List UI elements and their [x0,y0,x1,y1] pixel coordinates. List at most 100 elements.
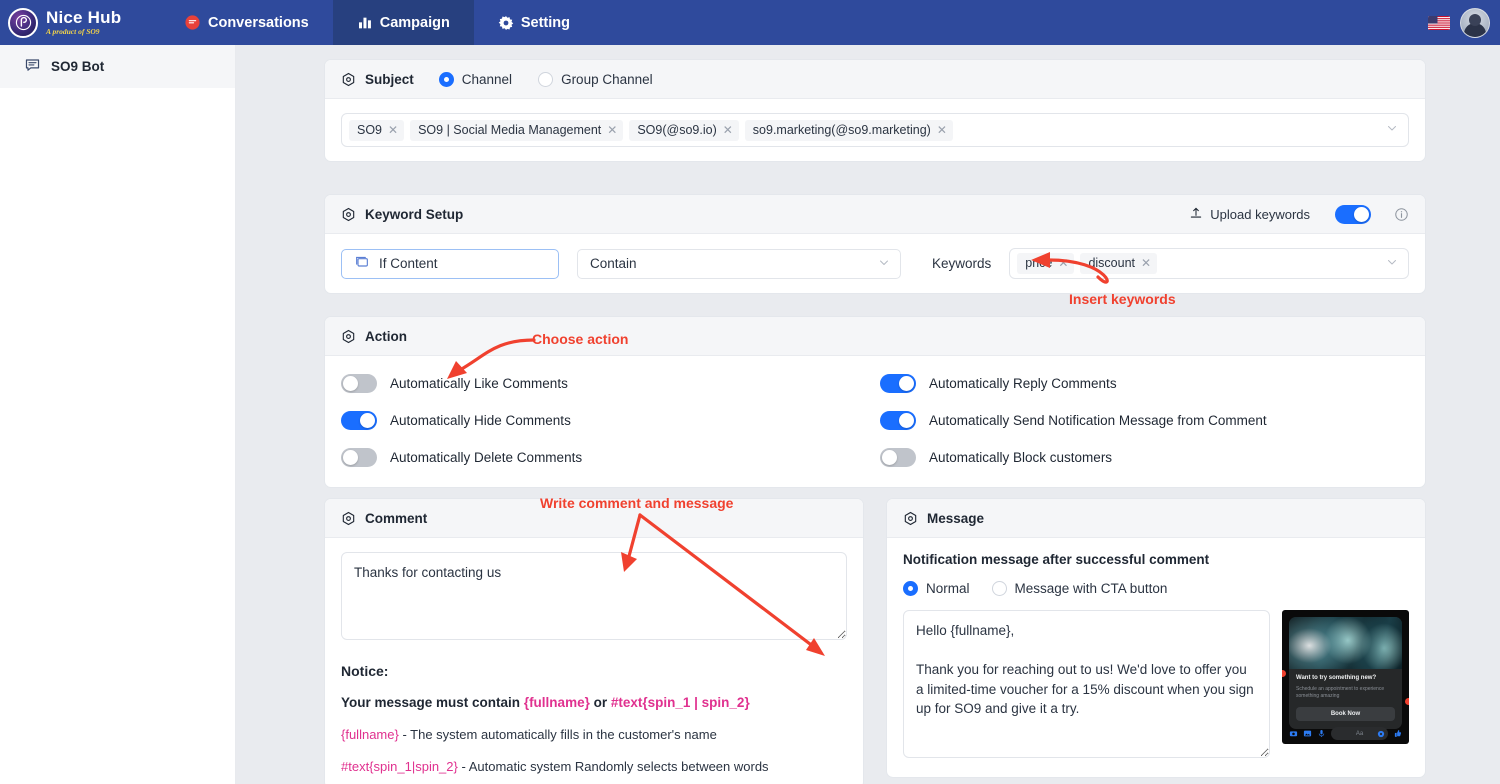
chart-bar-icon [357,15,373,31]
message-editor-row: Want to try something new? Schedule an a… [903,610,1409,763]
chevron-down-glyph-icon [880,260,888,265]
keyword-tag-remove-icon[interactable]: ✕ [1058,256,1068,270]
tag-item[interactable]: SO9 ✕ [349,119,405,141]
radio-normal[interactable]: Normal [903,581,970,596]
tag-item[interactable]: SO9(@so9.io) ✕ [629,119,739,141]
radio-normal-label: Normal [926,581,970,596]
upload-keywords-button[interactable]: Upload keywords [1189,206,1310,223]
tag-remove-icon[interactable]: ✕ [607,123,617,137]
if-content-button[interactable]: If Content [341,248,559,279]
comment-textarea[interactable] [341,552,847,640]
sticker-glyph-icon [1377,730,1385,737]
action-card-header: Action [325,317,1425,356]
tag-remove-icon[interactable]: ✕ [723,123,733,137]
notice-requirement-middle: or [589,695,611,710]
comment-card-body: Notice: Your message must contain {fulln… [325,538,863,784]
keyword-tag[interactable]: price ✕ [1017,253,1075,274]
conversations-glyph-icon [185,15,200,30]
keywords-label: Keywords [932,256,992,271]
toggle-delete-comments[interactable] [341,448,377,467]
hexagon-target-icon [341,207,356,222]
thumbs-up-icon[interactable] [1393,729,1402,738]
message-card: Message Notification message after succe… [886,498,1426,778]
if-content-label: If Content [379,256,438,271]
microphone-icon[interactable] [1317,729,1326,738]
keyword-tag[interactable]: discount ✕ [1080,253,1158,274]
sidebar-item-label: SO9 Bot [51,59,105,74]
toggle-hide-comments[interactable] [341,411,377,430]
action-block-customers[interactable]: Automatically Block customers [880,448,1409,467]
tag-remove-icon[interactable]: ✕ [937,123,947,137]
chevron-down-glyph-icon [1388,126,1396,131]
action-delete-comments[interactable]: Automatically Delete Comments [341,448,870,467]
toggle-block-customers[interactable] [880,448,916,467]
radio-channel[interactable]: Channel [438,71,512,87]
info-circle-icon[interactable] [1394,207,1409,222]
preview-composer-bar: Aa [1282,727,1409,740]
message-card-header: Message [887,499,1425,538]
sidebar-item-so9-bot[interactable]: SO9 Bot [0,45,235,88]
nice-hub-logo-icon [8,7,38,38]
action-block-customers-label: Automatically Block customers [929,450,1113,465]
action-card: Action Automatically Like Comments Autom… [324,316,1426,488]
us-flag-icon[interactable] [1428,15,1450,30]
keyword-tag-remove-icon[interactable]: ✕ [1141,256,1151,270]
toggle-reply-comments[interactable] [880,374,916,393]
action-like-comments-label: Automatically Like Comments [390,376,568,391]
notice-line-fullname-text: - The system automatically fills in the … [398,727,717,742]
action-send-notification-label: Automatically Send Notification Message … [929,413,1267,428]
app-shell: SO9 Bot Insert keywords Choose action Wr… [0,45,1500,784]
keyword-setup-body: If Content Contain Keywords price ✕ disc… [325,234,1425,293]
keyword-setup-toggle[interactable] [1335,204,1371,224]
tag-item[interactable]: so9.marketing(@so9.marketing) ✕ [744,119,953,141]
action-hide-comments[interactable]: Automatically Hide Comments [341,411,870,430]
image-glyph-icon [1303,730,1312,737]
keyword-condition-row: If Content Contain Keywords price ✕ disc… [341,248,1409,279]
image-icon[interactable] [1303,729,1312,738]
brand-logo-area[interactable]: Nice Hub A product of SO9 [0,0,160,45]
tab-conversations[interactable]: Conversations [160,0,333,45]
camera-icon[interactable] [1289,729,1298,738]
radio-cta[interactable]: Message with CTA button [991,581,1167,596]
action-like-comments[interactable]: Automatically Like Comments [341,374,870,393]
notice-requirement: Your message must contain {fullname} or … [341,695,847,710]
action-reply-comments[interactable]: Automatically Reply Comments [880,374,1409,393]
tag-label: SO9 | Social Media Management [418,122,602,137]
tag-remove-icon[interactable]: ✕ [388,123,398,137]
content-top-spacer [324,45,1426,59]
radio-group-channel[interactable]: Group Channel [538,71,653,87]
hexagon-target-icon [341,329,356,344]
toggle-like-comments[interactable] [341,374,377,393]
sticker-icon[interactable] [1377,730,1385,738]
preview-message-input[interactable]: Aa [1331,727,1388,740]
message-textarea[interactable] [903,610,1270,758]
tag-label: SO9(@so9.io) [637,122,717,137]
sidebar: SO9 Bot [0,45,236,784]
preview-book-now-button[interactable]: Book Now [1296,706,1395,721]
user-avatar[interactable] [1460,7,1490,38]
notice-heading: Notice: [341,663,389,679]
keywords-tag-select[interactable]: price ✕ discount ✕ [1009,248,1409,279]
comment-message-row: Comment Notice: Your message must contai… [324,498,1426,784]
tab-setting[interactable]: Setting [474,0,594,45]
hexagon-target-glyph-icon [342,207,355,221]
action-title: Action [365,328,407,344]
subject-radio-group: Channel Group Channel [438,71,653,87]
action-send-notification[interactable]: Automatically Send Notification Message … [880,411,1409,430]
message-preview-thumbnail[interactable]: Want to try something new? Schedule an a… [1282,610,1409,744]
toggle-send-notification[interactable] [880,411,916,430]
tag-item[interactable]: SO9 | Social Media Management ✕ [410,119,624,141]
keyword-setup-header: Keyword Setup Upload keywords [325,195,1425,234]
preview-card: Want to try something new? Schedule an a… [1289,617,1402,729]
notice-line-spin-token: #text{spin_1|spin_2} [341,759,458,774]
message-card-body: Notification message after successful co… [887,538,1425,777]
keyword-tag-label: price [1025,256,1053,270]
upload-icon [1189,206,1203,223]
subject-tag-select[interactable]: SO9 ✕ SO9 | Social Media Management ✕ SO… [341,113,1409,147]
notice-line-spin-text: - Automatic system Randomly selects betw… [457,759,769,774]
nav-right-actions [1428,0,1500,45]
comment-card-header: Comment [325,499,863,538]
notice-requirement-prefix: Your message must contain [341,695,524,710]
tab-campaign[interactable]: Campaign [332,0,474,45]
condition-select[interactable]: Contain [577,248,901,279]
